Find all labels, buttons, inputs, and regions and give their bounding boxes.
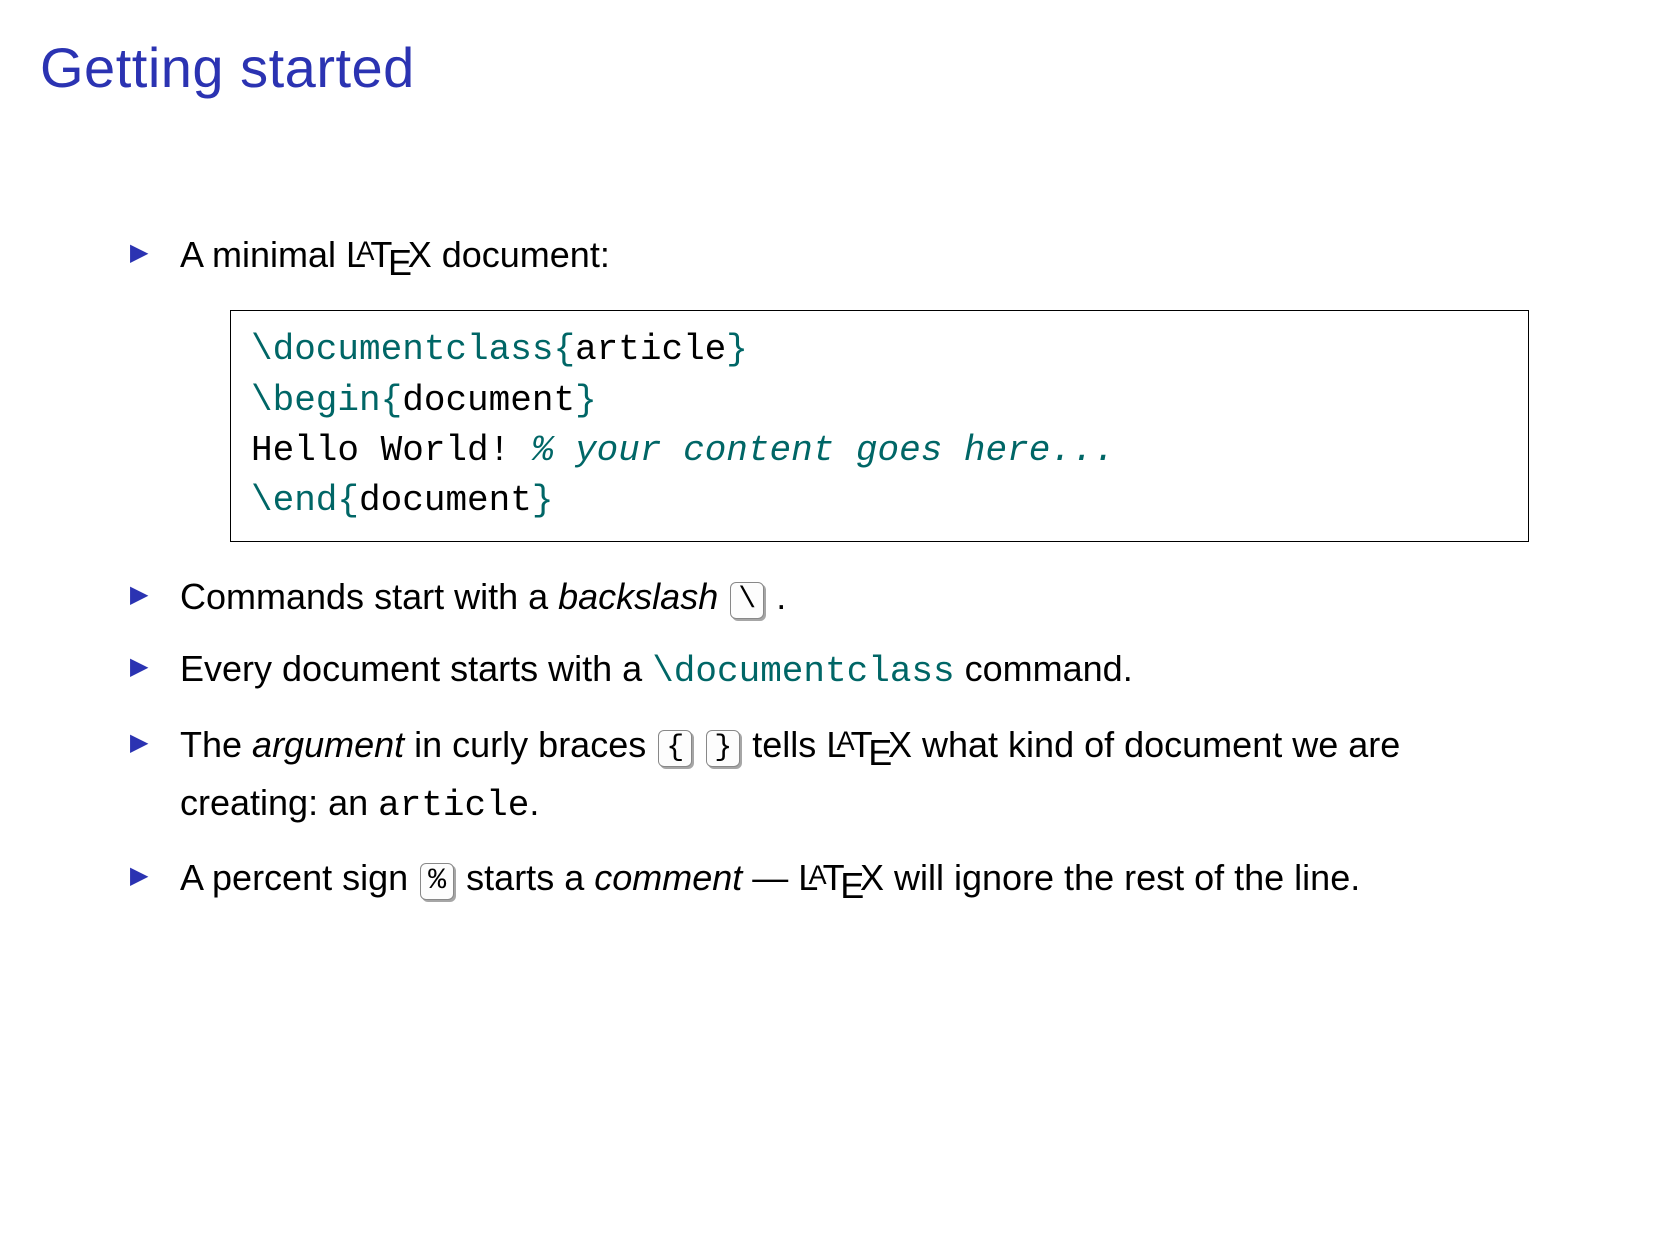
code-comment: % your content goes here... <box>532 430 1115 471</box>
code-arg: document <box>359 480 532 521</box>
bullet-item-2: Commands start with a backslash \ . <box>130 572 1529 622</box>
text: The <box>180 724 252 765</box>
text: A percent sign <box>180 857 418 898</box>
inline-tt: article <box>378 785 529 826</box>
emph-text: argument <box>252 724 404 765</box>
bullet-item-3: Every document starts with a \documentcl… <box>130 644 1529 697</box>
emph-text: backslash <box>558 576 718 617</box>
slide: Getting started A minimal LATEX document… <box>0 0 1659 1246</box>
text: tells <box>742 724 826 765</box>
code-brace: } <box>575 380 597 421</box>
text: Every document starts with a <box>180 648 652 689</box>
code-cmd: \begin <box>251 380 381 421</box>
code-cmd: \end <box>251 480 337 521</box>
code-brace: } <box>726 329 748 370</box>
code-brace: { <box>381 380 403 421</box>
bullet-list: A minimal LATEX document: \documentclass… <box>130 230 1529 912</box>
code-block: \documentclass{article} \begin{document}… <box>230 310 1529 542</box>
code-brace: { <box>337 480 359 521</box>
keycap-percent: % <box>420 863 454 900</box>
code-text: Hello World! <box>251 430 532 471</box>
text: — <box>742 857 798 898</box>
text: A minimal <box>180 234 346 275</box>
keycap-backslash: \ <box>730 582 764 619</box>
keycap-lbrace: { <box>658 730 692 767</box>
text: command. <box>955 648 1133 689</box>
text: document: <box>432 234 610 275</box>
text: starts a <box>456 857 594 898</box>
content-area: A minimal LATEX document: \documentclass… <box>40 230 1619 912</box>
text: . <box>766 576 786 617</box>
bullet-item-5: A percent sign % starts a comment — LATE… <box>130 853 1529 911</box>
code-arg: document <box>402 380 575 421</box>
text: Commands start with a <box>180 576 558 617</box>
code-brace: { <box>553 329 575 370</box>
emph-text: comment <box>594 857 742 898</box>
inline-cmd: \documentclass <box>652 651 954 692</box>
bullet-item-4: The argument in curly braces { } tells L… <box>130 720 1529 832</box>
code-cmd: \documentclass <box>251 329 553 370</box>
text: will ignore the rest of the line. <box>884 857 1360 898</box>
bullet-item-1: A minimal LATEX document: \documentclass… <box>130 230 1529 542</box>
latex-logo: LATEX <box>798 857 884 898</box>
code-arg: article <box>575 329 726 370</box>
text: . <box>529 782 539 823</box>
keycap-rbrace: } <box>706 730 740 767</box>
latex-logo: LATEX <box>826 724 912 765</box>
slide-title: Getting started <box>40 35 1619 100</box>
text: in curly braces <box>404 724 656 765</box>
latex-logo: LATEX <box>346 234 432 275</box>
code-brace: } <box>532 480 554 521</box>
